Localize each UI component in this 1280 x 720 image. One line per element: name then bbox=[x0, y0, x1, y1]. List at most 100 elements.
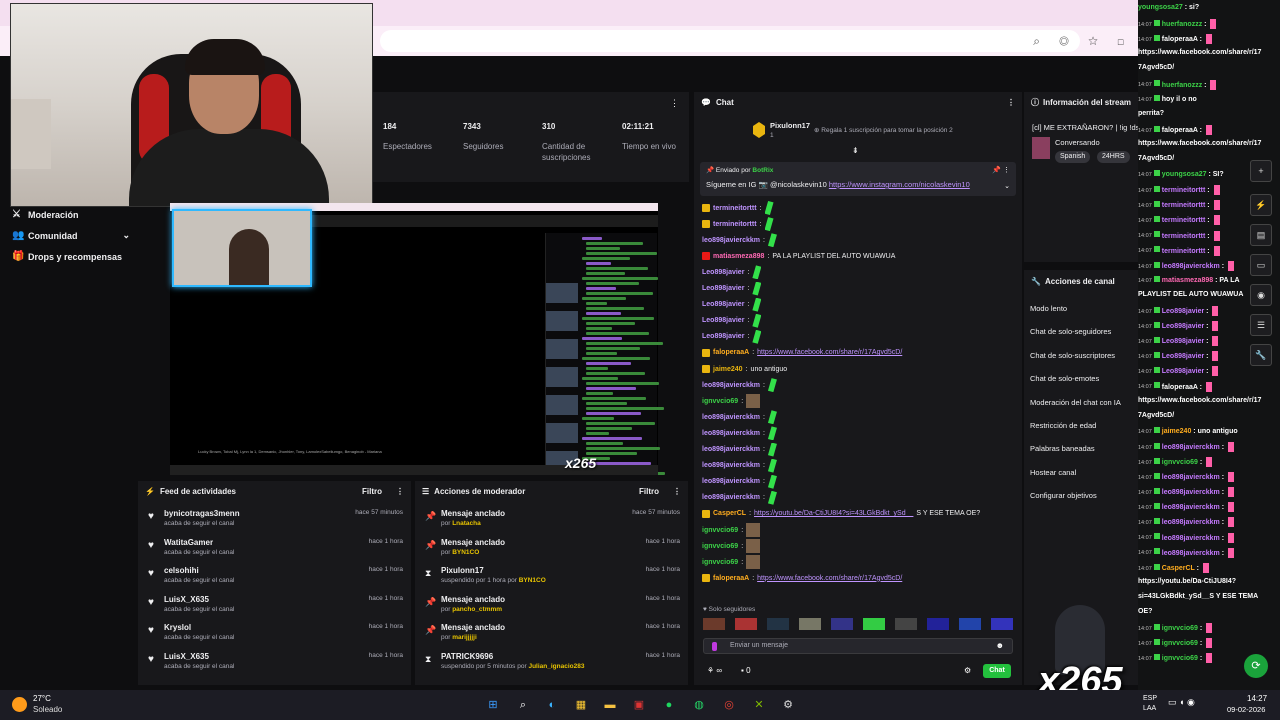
feed-item[interactable]: ♥ LuisX_X635 acaba de seguir el canal hace … bbox=[146, 650, 403, 678]
folder-icon[interactable]: ▬ bbox=[601, 696, 619, 714]
emote-picker-icon[interactable]: ☻ bbox=[996, 641, 1004, 650]
clock-date[interactable]: 09-02-2026 bbox=[1227, 705, 1265, 714]
nav-item-moderacion[interactable]: ⚔ Moderación bbox=[12, 209, 79, 220]
chat-username[interactable]: leo898javierckkm bbox=[702, 462, 760, 469]
channel-points-icon[interactable]: ⚘ ∞ bbox=[707, 666, 722, 675]
gift-sub-prompt[interactable]: ⊕ Regala 1 suscripción para tomar la pos… bbox=[814, 126, 953, 134]
weather-temp[interactable]: 27°C bbox=[33, 694, 51, 703]
tag[interactable]: 24HRS bbox=[1097, 151, 1130, 163]
feed-user[interactable]: WatitaGamer bbox=[164, 538, 213, 547]
feed-user[interactable]: bynicotragas3menn bbox=[164, 509, 240, 518]
chat-username[interactable]: matiasmeza898 bbox=[713, 253, 764, 260]
toolbar-icons[interactable]: ⌕ ◎ ☆ ◻ bbox=[1033, 34, 1132, 49]
chat-message[interactable]: leo898javierckkm: bbox=[702, 458, 777, 473]
chat-username[interactable]: leo898javierckkm bbox=[702, 414, 760, 421]
channel-action-item[interactable]: Configurar objetivos bbox=[1030, 491, 1097, 500]
start-icon[interactable]: ⊞ bbox=[484, 696, 502, 714]
channel-action-item[interactable]: Modo lento bbox=[1030, 304, 1067, 313]
chat-username[interactable]: ignvvcio69 bbox=[702, 559, 738, 566]
refresh-icon[interactable]: ⟳ bbox=[1244, 654, 1268, 678]
chat-link[interactable]: https://youtu.be/Da-CtiJU8I4?si=43LGkBdk… bbox=[754, 510, 913, 517]
clipboard-icon[interactable]: ▤ bbox=[1250, 224, 1272, 246]
list-icon[interactable]: ☰ bbox=[1250, 314, 1272, 336]
feed-item[interactable]: ♥ bynicotragas3menn acaba de seguir el can… bbox=[146, 507, 403, 535]
mod-action-item[interactable]: 📌 Mensaje anclado por marijjjjji hace 1 hor… bbox=[423, 621, 680, 649]
chat-username[interactable]: Leo898javier bbox=[702, 269, 744, 276]
channel-action-item[interactable]: Chat de solo-suscriptores bbox=[1030, 351, 1115, 360]
channel-action-item[interactable]: Restricción de edad bbox=[1030, 421, 1096, 430]
chat-username[interactable]: Leo898javier bbox=[702, 301, 744, 308]
feed-item[interactable]: ♥ celsohihi acaba de seguir el canal hace 1… bbox=[146, 564, 403, 592]
more-icon[interactable]: ⋮ bbox=[396, 487, 404, 496]
chat-send-button[interactable]: Chat bbox=[983, 664, 1011, 678]
chevron-down-icon[interactable]: ⌄ bbox=[1004, 182, 1010, 190]
chat-message[interactable]: leo898javierckkm: bbox=[702, 233, 777, 248]
channel-action-item[interactable]: Chat de solo-emotes bbox=[1030, 374, 1099, 383]
chat-message[interactable]: ignvvcio69: bbox=[702, 539, 761, 554]
chat-message[interactable]: ignvvcio69: bbox=[702, 394, 761, 409]
chat-message[interactable]: CasperCL: https://youtu.be/Da-CtiJU8I4?si… bbox=[702, 507, 980, 521]
chat-username[interactable]: ignvvcio69 bbox=[702, 398, 738, 405]
chat-message[interactable]: jaime240: uno antiguo bbox=[702, 362, 787, 376]
mod-action-item[interactable]: 📌 Mensaje anclado por BYN1CO hace 1 hora bbox=[423, 536, 680, 564]
channel-action-item[interactable]: Palabras baneadas bbox=[1030, 444, 1095, 453]
tag[interactable]: Spanish bbox=[1055, 151, 1091, 163]
chat-message[interactable]: Leo898javier: bbox=[702, 281, 762, 296]
chat-message[interactable]: ignvvcio69: bbox=[702, 555, 761, 570]
edge-icon[interactable]: ◐ bbox=[543, 696, 561, 714]
bolt-icon[interactable]: ⚡ bbox=[1250, 194, 1272, 216]
feed-user[interactable]: Kryslol bbox=[164, 623, 191, 632]
store-icon[interactable]: ▦ bbox=[572, 696, 590, 714]
category-name[interactable]: Conversando bbox=[1055, 138, 1100, 147]
chat-message[interactable]: leo898javierckkm: bbox=[702, 426, 777, 441]
filter-button[interactable]: Filtro bbox=[639, 487, 659, 496]
feed-item[interactable]: ♥ LuisX_X635 acaba de seguir el canal hace … bbox=[146, 593, 403, 621]
chat-link[interactable]: https://www.facebook.com/share/r/17Agvd5… bbox=[757, 349, 902, 356]
whatsapp-icon[interactable]: ◍ bbox=[690, 696, 708, 714]
chat-message[interactable]: matiasmeza898: PA LA PLAYLIST DEL AUTO WU… bbox=[702, 249, 895, 263]
filter-button[interactable]: Filtro bbox=[362, 487, 382, 496]
chat-message[interactable]: Leo898javier: bbox=[702, 313, 762, 328]
clock-time[interactable]: 14:27 bbox=[1247, 694, 1267, 703]
chrome-icon[interactable]: ◎ bbox=[720, 696, 738, 714]
chat-message[interactable]: Leo898javier: bbox=[702, 297, 762, 312]
channel-action-item[interactable]: Moderación del chat con IA bbox=[1030, 398, 1121, 407]
mic-icon[interactable] bbox=[712, 642, 717, 651]
chat-username[interactable]: leo898javierckkm bbox=[702, 430, 760, 437]
chat-username[interactable]: Leo898javier bbox=[702, 333, 744, 340]
more-icon[interactable]: ⋮ bbox=[670, 98, 679, 109]
chat-username[interactable]: jaime240 bbox=[713, 366, 743, 373]
chat-message[interactable]: leo898javierckkm: bbox=[702, 442, 777, 457]
chat-message[interactable]: leo898javierckkm: bbox=[702, 378, 777, 393]
chat-username[interactable]: Leo898javier bbox=[702, 317, 744, 324]
sun-icon[interactable] bbox=[12, 697, 27, 712]
search-icon[interactable]: ⌕ bbox=[514, 696, 532, 714]
chat-message[interactable]: faloperaaA: https://www.facebook.com/shar… bbox=[702, 346, 902, 360]
chat-icon[interactable]: ▭ bbox=[1250, 254, 1272, 276]
unpin-icon[interactable]: 📌 ⋮ bbox=[992, 166, 1010, 174]
pinned-message[interactable]: 📌 Enviado por BotRix Sígueme en IG 📷 @ni… bbox=[700, 162, 1016, 196]
chat-message[interactable]: faloperaaA: https://www.facebook.com/shar… bbox=[702, 571, 902, 585]
chat-username[interactable]: leo898javierckkm bbox=[702, 382, 760, 389]
pinned-link[interactable]: https://www.instagram.com/nicolaskevin10 bbox=[829, 180, 970, 189]
address-bar[interactable] bbox=[380, 30, 1080, 52]
chat-settings-icon[interactable]: ⚙ bbox=[964, 666, 971, 675]
language-indicator[interactable]: ESP LAA bbox=[1143, 694, 1157, 714]
chat-message[interactable]: leo898javierckkm: bbox=[702, 490, 777, 505]
app-icon[interactable]: ▣ bbox=[630, 696, 648, 714]
chat-message[interactable]: termineitorttt: bbox=[702, 217, 774, 232]
chat-username[interactable]: leo898javierckkm bbox=[702, 446, 760, 453]
collapse-icon[interactable]: ⇟ bbox=[852, 146, 859, 155]
chat-link[interactable]: https://www.facebook.com/share/r/17Agvd5… bbox=[757, 575, 902, 582]
feed-user[interactable]: LuisX_X635 bbox=[164, 595, 209, 604]
mod-action-item[interactable]: 📌 Mensaje anclado por Lnatacha hace 57 minu… bbox=[423, 507, 680, 535]
nav-item-comunidad[interactable]: 👥 Comunidad ⌄ bbox=[12, 230, 130, 241]
mod-action-item[interactable]: 📌 Mensaje anclado por pancho_ctmmm hace 1 h… bbox=[423, 593, 680, 621]
chat-username[interactable]: leo898javierckkm bbox=[702, 494, 760, 501]
chat-message[interactable]: Leo898javier: bbox=[702, 265, 762, 280]
wrench-icon[interactable]: 🔧 bbox=[1250, 344, 1272, 366]
feed-item[interactable]: ♥ WatitaGamer acaba de seguir el canal hace… bbox=[146, 536, 403, 564]
mod-action-item[interactable]: ⧗ Pixulonn17 suspendido por 1 hora por BYN… bbox=[423, 564, 680, 592]
spotify-icon[interactable]: ● bbox=[660, 696, 678, 714]
mod-action-item[interactable]: ⧗ PATRICK9696 suspendido por 5 minutos por… bbox=[423, 650, 680, 678]
